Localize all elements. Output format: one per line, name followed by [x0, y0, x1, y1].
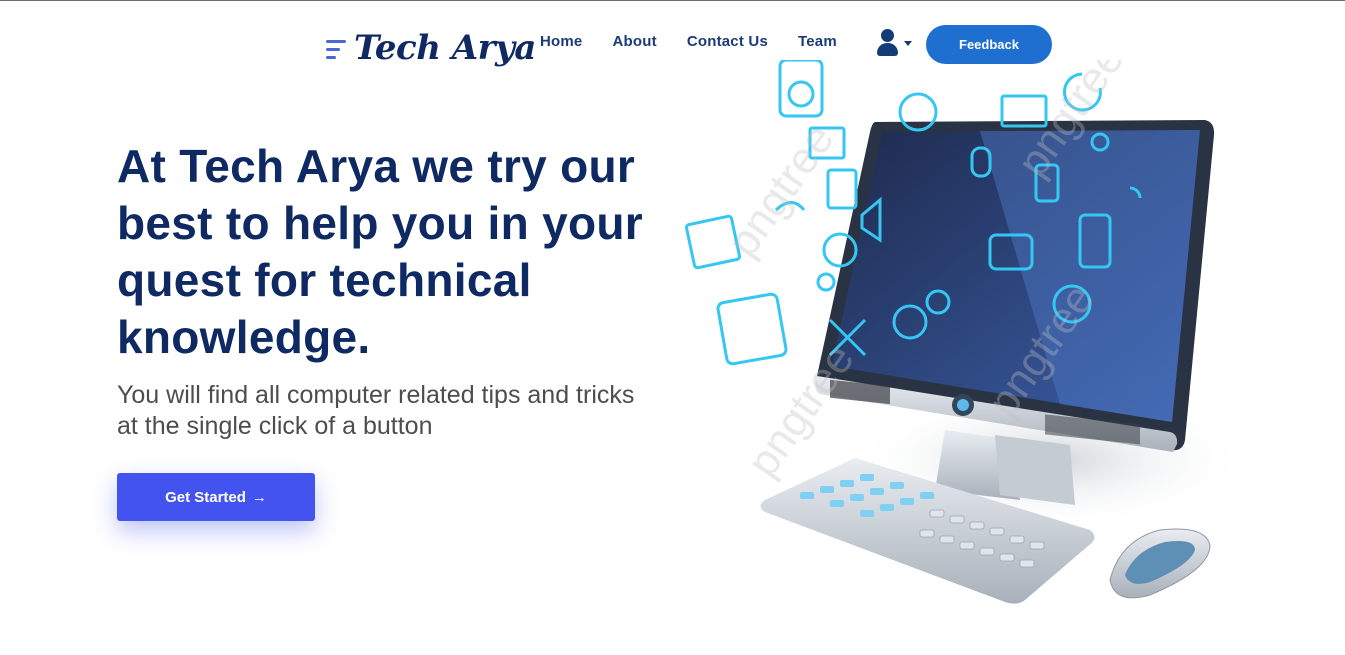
- get-started-label: Get Started: [165, 488, 246, 506]
- nav-team[interactable]: Team: [798, 33, 837, 50]
- get-started-button[interactable]: Get Started →: [117, 473, 315, 521]
- gear-icon: [816, 272, 836, 292]
- nav-home[interactable]: Home: [540, 33, 582, 50]
- speaker-cone-icon: [787, 80, 815, 108]
- top-border: [0, 0, 1345, 1]
- hero-subtitle: You will find all computer related tips …: [117, 381, 635, 440]
- user-menu-icon[interactable]: [876, 29, 914, 59]
- main-nav: Home About Contact Us Team: [540, 33, 867, 50]
- logo[interactable]: Tech Arya: [326, 22, 536, 74]
- nav-contact-us[interactable]: Contact Us: [687, 33, 768, 50]
- nav-about[interactable]: About: [612, 33, 656, 50]
- hero-title: At Tech Arya we try our best to help you…: [117, 140, 644, 363]
- speaker-icon: [778, 60, 824, 118]
- feedback-button[interactable]: Feedback: [926, 25, 1052, 64]
- logo-text: Tech Arya: [354, 28, 536, 68]
- cursor-window-icon: [716, 292, 788, 366]
- caret-down-icon: [904, 41, 912, 46]
- sd-card-icon: [826, 168, 858, 210]
- menu-lines-icon: [326, 34, 348, 62]
- arrow-right-icon: →: [251, 488, 267, 506]
- mouse: [1109, 528, 1211, 599]
- computer-illustration: pngtree pngtree pngtree pngtree: [684, 60, 1240, 604]
